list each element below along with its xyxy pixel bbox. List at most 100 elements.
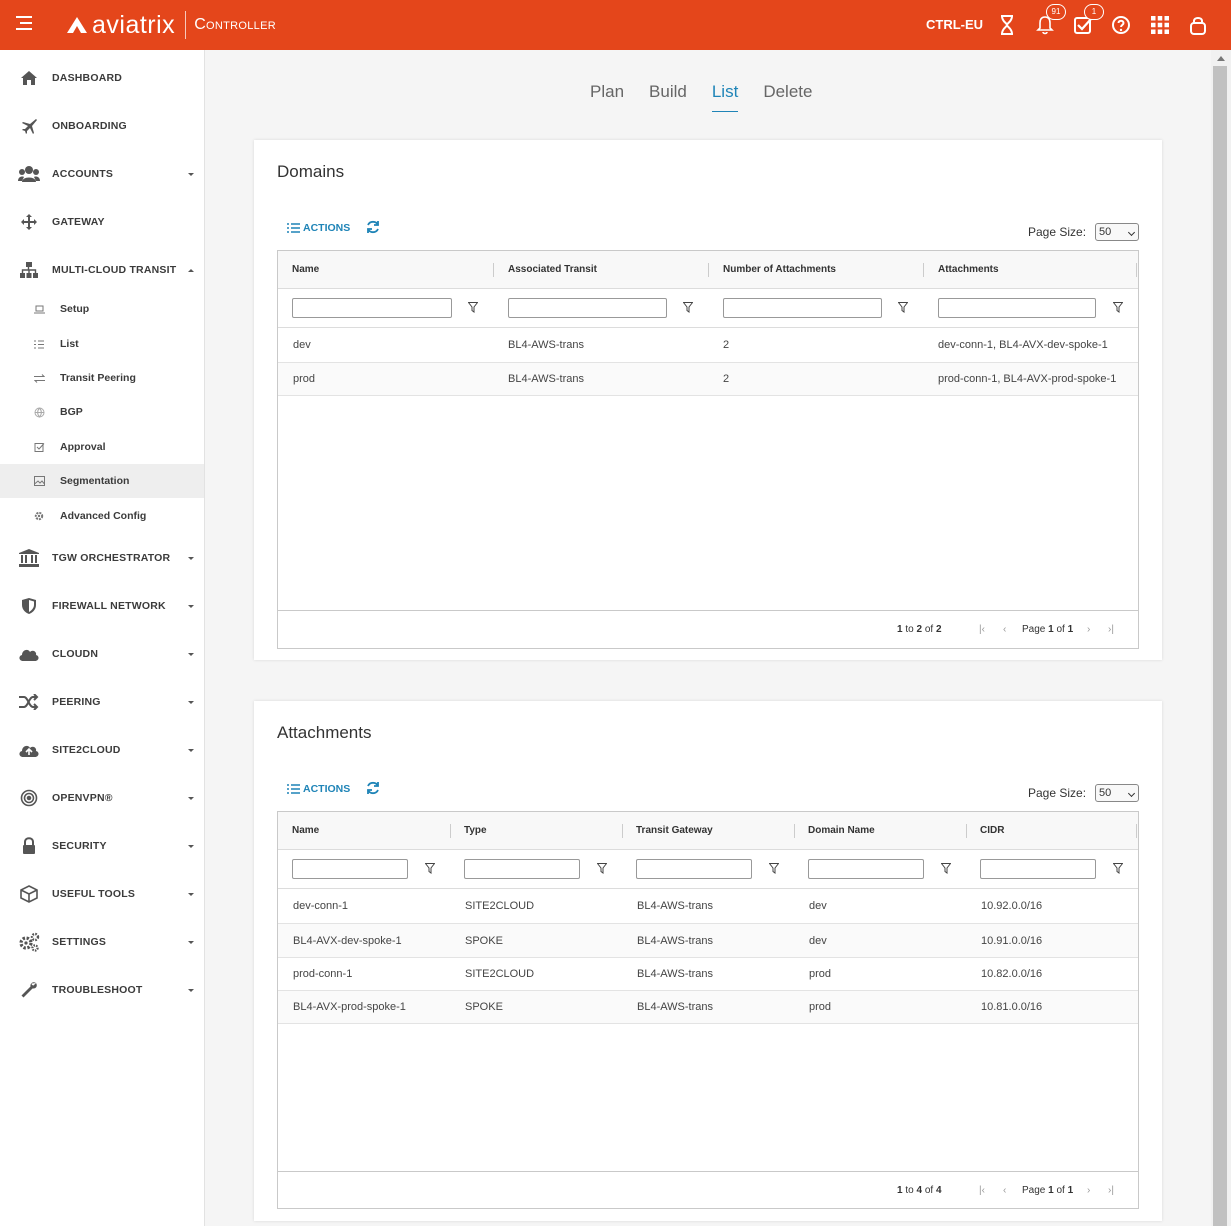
sidebar-item-openvpn[interactable]: OPENVPN® xyxy=(0,774,204,822)
sidebar-item-accounts[interactable]: ACCOUNTS xyxy=(0,150,204,198)
number-of-attachments-filter-input[interactable] xyxy=(723,298,882,318)
sidebar-subitem-bgp[interactable]: BGP xyxy=(0,395,204,429)
table-row[interactable]: BL4-AVX-dev-spoke-1 SPOKE BL4-AWS-trans … xyxy=(278,924,1138,958)
next-page-icon[interactable]: › xyxy=(1087,624,1090,635)
filter-icon[interactable] xyxy=(597,863,607,874)
actions-button[interactable]: ACTIONS xyxy=(287,783,350,795)
scrollbar-thumb[interactable] xyxy=(1213,66,1227,1226)
cell-domain-name: prod xyxy=(809,968,832,980)
table-row[interactable]: prod BL4-AWS-trans 2 prod-conn-1, BL4-AV… xyxy=(278,363,1138,396)
menu-toggle-icon[interactable] xyxy=(16,16,34,34)
sidebar-subitem-segmentation[interactable]: Segmentation xyxy=(0,464,204,498)
tab-delete[interactable]: Delete xyxy=(763,82,812,112)
column-resize-handle[interactable] xyxy=(1136,824,1137,838)
column-resize-handle[interactable] xyxy=(708,263,709,277)
actions-button[interactable]: ACTIONS xyxy=(287,222,350,234)
apps-grid-icon[interactable] xyxy=(1149,14,1171,36)
column-resize-handle[interactable] xyxy=(493,263,494,277)
sidebar-item-firewall-network[interactable]: FIREWALL NETWORK xyxy=(0,582,204,630)
cell-name: BL4-AVX-prod-spoke-1 xyxy=(293,1001,406,1013)
column-resize-handle[interactable] xyxy=(966,824,967,838)
tab-plan[interactable]: Plan xyxy=(590,82,624,112)
sidebar-item-troubleshoot[interactable]: TROUBLESHOOT xyxy=(0,966,204,1014)
sidebar-subitem-transit-peering[interactable]: Transit Peering xyxy=(0,361,204,395)
previous-page-icon[interactable]: ‹ xyxy=(1003,1185,1006,1196)
column-header-domain-name[interactable]: Domain Name xyxy=(808,812,875,850)
type-filter-input[interactable] xyxy=(464,859,580,879)
tasks-icon[interactable]: 1 xyxy=(1072,4,1104,36)
column-resize-handle[interactable] xyxy=(923,263,924,277)
column-header-attachments[interactable]: Attachments xyxy=(938,251,999,289)
filter-icon[interactable] xyxy=(683,302,693,313)
column-resize-handle[interactable] xyxy=(450,824,451,838)
user-icon[interactable] xyxy=(1187,14,1209,36)
sidebar-item-site2cloud[interactable]: SITE2CLOUD xyxy=(0,726,204,774)
last-page-icon[interactable]: ›| xyxy=(1108,1185,1114,1196)
associated-transit-filter-input[interactable] xyxy=(508,298,667,318)
table-row[interactable]: prod-conn-1 SITE2CLOUD BL4-AWS-trans pro… xyxy=(278,958,1138,991)
page-size-select[interactable]: 50 xyxy=(1095,223,1139,241)
name-filter-input[interactable] xyxy=(292,859,408,879)
hourglass-icon[interactable] xyxy=(996,14,1018,36)
sidebar-subitem-advanced-config[interactable]: Advanced Config xyxy=(0,499,204,533)
sidebar-subitem-list[interactable]: List xyxy=(0,327,204,361)
logo[interactable]: aviatrix Controller xyxy=(66,8,276,42)
first-page-icon[interactable]: |‹ xyxy=(979,624,985,635)
scroll-up-icon[interactable] xyxy=(1217,56,1225,61)
sidebar-item-multi-cloud-transit[interactable]: MULTI-CLOUD TRANSIT xyxy=(0,246,204,294)
column-header-transit-gateway[interactable]: Transit Gateway xyxy=(636,812,713,850)
column-resize-handle[interactable] xyxy=(622,824,623,838)
controller-name[interactable]: CTRL-EU xyxy=(926,17,983,32)
sidebar-item-label: CLOUDN xyxy=(52,648,99,660)
filter-icon[interactable] xyxy=(468,302,478,313)
filter-icon[interactable] xyxy=(425,863,435,874)
table-row[interactable]: dev-conn-1 SITE2CLOUD BL4-AWS-trans dev … xyxy=(278,889,1138,924)
column-header-name[interactable]: Name xyxy=(292,251,319,289)
column-header-type[interactable]: Type xyxy=(464,812,487,850)
filter-icon[interactable] xyxy=(941,863,951,874)
last-page-icon[interactable]: ›| xyxy=(1108,624,1114,635)
previous-page-icon[interactable]: ‹ xyxy=(1003,624,1006,635)
help-icon[interactable] xyxy=(1110,14,1132,36)
tab-list[interactable]: List xyxy=(711,82,739,112)
filter-icon[interactable] xyxy=(1113,302,1123,313)
sidebar-item-gateway[interactable]: GATEWAY xyxy=(0,198,204,246)
sidebar-item-peering[interactable]: PEERING xyxy=(0,678,204,726)
table-row[interactable]: BL4-AVX-prod-spoke-1 SPOKE BL4-AWS-trans… xyxy=(278,991,1138,1024)
page-scrollbar[interactable] xyxy=(1211,50,1231,1226)
column-header-cidr[interactable]: CIDR xyxy=(980,812,1004,850)
next-page-icon[interactable]: › xyxy=(1087,1185,1090,1196)
sidebar-item-useful-tools[interactable]: USEFUL TOOLS xyxy=(0,870,204,918)
column-header-associated-transit[interactable]: Associated Transit xyxy=(508,251,597,289)
column-header-name[interactable]: Name xyxy=(292,812,319,850)
column-resize-handle[interactable] xyxy=(1136,263,1137,277)
table-row[interactable]: dev BL4-AWS-trans 2 dev-conn-1, BL4-AVX-… xyxy=(278,328,1138,363)
sidebar-item-label: FIREWALL NETWORK xyxy=(52,600,166,612)
domain-name-filter-input[interactable] xyxy=(808,859,924,879)
page-size-select[interactable]: 50 xyxy=(1095,784,1139,802)
sidebar: DASHBOARD ONBOARDING ACCOUNTS GATEWAY MU… xyxy=(0,50,205,1226)
filter-icon[interactable] xyxy=(898,302,908,313)
sidebar-subitem-approval[interactable]: Approval xyxy=(0,430,204,464)
sidebar-item-dashboard[interactable]: DASHBOARD xyxy=(0,54,204,102)
filter-icon[interactable] xyxy=(1113,863,1123,874)
cell-domain-name: dev xyxy=(809,935,827,947)
transit-gateway-filter-input[interactable] xyxy=(636,859,752,879)
column-resize-handle[interactable] xyxy=(794,824,795,838)
bell-icon[interactable]: 91 xyxy=(1034,4,1066,36)
attachments-filter-input[interactable] xyxy=(938,298,1096,318)
name-filter-input[interactable] xyxy=(292,298,452,318)
sidebar-item-security[interactable]: SECURITY xyxy=(0,822,204,870)
refresh-icon[interactable] xyxy=(366,220,380,234)
sidebar-item-settings[interactable]: SETTINGS xyxy=(0,918,204,966)
sidebar-item-tgw-orchestrator[interactable]: TGW ORCHESTRATOR xyxy=(0,534,204,582)
sidebar-item-cloudn[interactable]: CLOUDN xyxy=(0,630,204,678)
sidebar-subitem-setup[interactable]: Setup xyxy=(0,292,204,326)
first-page-icon[interactable]: |‹ xyxy=(979,1185,985,1196)
tab-build[interactable]: Build xyxy=(649,82,687,112)
sidebar-item-onboarding[interactable]: ONBOARDING xyxy=(0,102,204,150)
column-header-number-of-attachments[interactable]: Number of Attachments xyxy=(723,251,836,289)
cidr-filter-input[interactable] xyxy=(980,859,1096,879)
refresh-icon[interactable] xyxy=(366,781,380,795)
filter-icon[interactable] xyxy=(769,863,779,874)
